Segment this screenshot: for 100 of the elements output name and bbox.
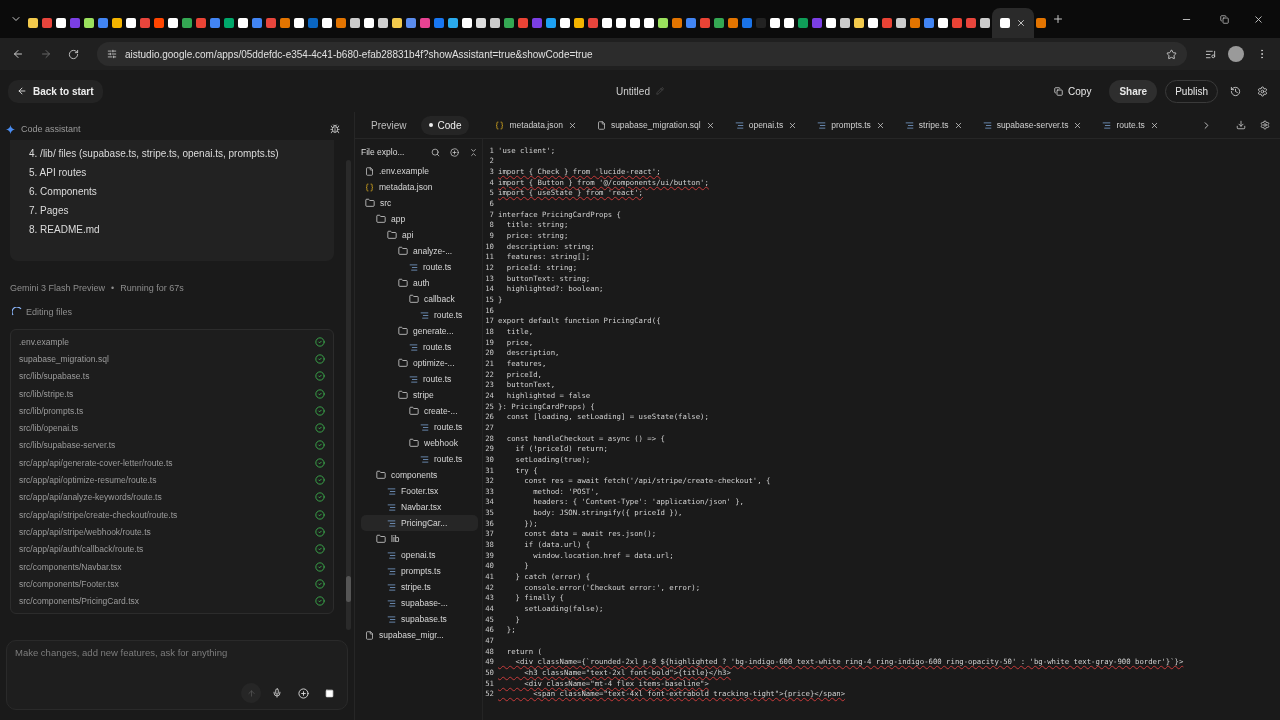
- tree-item[interactable]: metadata.json: [361, 179, 478, 195]
- site-info-icon[interactable]: [107, 49, 117, 59]
- bug-button[interactable]: [330, 124, 340, 134]
- search-icon[interactable]: [431, 147, 440, 157]
- folder-icon: [365, 198, 375, 208]
- tree-item[interactable]: Footer.tsx: [361, 483, 478, 499]
- file-tab[interactable]: supabase-server.ts: [976, 120, 1089, 130]
- reload-button[interactable]: [68, 48, 79, 60]
- copy-button[interactable]: Copy: [1044, 79, 1102, 103]
- folder-icon: [398, 358, 408, 368]
- tree-item[interactable]: openai.ts: [361, 547, 478, 563]
- app-title: Untitled: [616, 85, 650, 97]
- file-tab[interactable]: supabase_migration.sql: [590, 120, 721, 130]
- close-icon[interactable]: [1149, 120, 1159, 130]
- tree-item[interactable]: route.ts: [361, 371, 478, 387]
- tree-item[interactable]: stripe: [361, 387, 478, 403]
- folder-icon: [409, 438, 419, 448]
- tree-item[interactable]: route.ts: [361, 451, 478, 467]
- tree-item[interactable]: auth: [361, 275, 478, 291]
- check-icon: [315, 509, 325, 520]
- prompt-field[interactable]: Make changes, add new features, ask for anything: [15, 647, 339, 658]
- tree-item[interactable]: callback: [361, 291, 478, 307]
- panel-title: Code assistant: [21, 124, 82, 134]
- close-icon[interactable]: [1016, 18, 1026, 28]
- code-file-icon: [409, 262, 418, 272]
- tree-item[interactable]: analyze-...: [361, 243, 478, 259]
- check-icon: [315, 578, 325, 589]
- download-button[interactable]: [1236, 120, 1246, 130]
- browser-tab[interactable]: [992, 8, 1034, 38]
- tree-item[interactable]: components: [361, 467, 478, 483]
- address-bar[interactable]: aistudio.google.com/apps/05ddefdc-e354-4c41-b680-efab28831b4f?showAssistant=true&showCode=true: [97, 42, 1187, 66]
- tree-item[interactable]: create-...: [361, 403, 478, 419]
- plan-step: 4. /lib/ files (supabase.ts, stripe.ts, openai.ts, prompts.ts): [29, 146, 316, 161]
- tree-item[interactable]: stripe.ts: [361, 579, 478, 595]
- settings-button[interactable]: [1260, 120, 1270, 130]
- tree-item[interactable]: route.ts: [361, 259, 478, 275]
- folder-icon: [409, 294, 419, 304]
- close-icon[interactable]: [705, 120, 715, 130]
- explorer-title: File explo...: [361, 147, 406, 157]
- bookmark-star-icon[interactable]: [1166, 48, 1177, 60]
- check-icon: [315, 440, 325, 451]
- edited-file-name: src/components/PricingCard.tsx: [19, 596, 139, 607]
- tree-item[interactable]: webhook: [361, 435, 478, 451]
- running-time: Running for 67s: [120, 283, 184, 293]
- bug-icon: [330, 124, 340, 134]
- check-icon: [315, 526, 325, 537]
- close-icon[interactable]: [875, 120, 885, 130]
- back-arrow-icon: [17, 86, 27, 96]
- tree-item[interactable]: route.ts: [361, 307, 478, 323]
- plus-icon: [1052, 13, 1064, 25]
- new-tab-button[interactable]: [1052, 13, 1064, 25]
- code-file-icon: [734, 120, 744, 130]
- file-tab[interactable]: stripe.ts: [898, 120, 969, 130]
- reload-icon: [68, 48, 79, 60]
- tree-item[interactable]: supabase.ts: [361, 611, 478, 627]
- tree-item[interactable]: prompts.ts: [361, 563, 478, 579]
- close-button[interactable]: [1253, 13, 1264, 25]
- share-button[interactable]: Share: [1109, 79, 1158, 103]
- close-icon[interactable]: [567, 120, 577, 130]
- view-tab[interactable]: Code: [420, 115, 470, 135]
- history-button[interactable]: [1230, 85, 1241, 97]
- tree-item[interactable]: supabase-...: [361, 595, 478, 611]
- code-file-icon: [387, 598, 396, 608]
- file-tab[interactable]: prompts.ts: [811, 120, 891, 130]
- code-file-icon: [420, 454, 429, 464]
- collapse-icon[interactable]: [469, 147, 478, 157]
- file-tab[interactable]: route.ts: [1096, 120, 1165, 130]
- new-file-icon[interactable]: [450, 147, 459, 157]
- profile-avatar[interactable]: [1228, 46, 1244, 62]
- file-icon: [365, 630, 374, 640]
- tree-item[interactable]: lib: [361, 531, 478, 547]
- back-button[interactable]: [12, 48, 24, 60]
- code-file-icon: [387, 486, 396, 496]
- view-tab[interactable]: Preview: [363, 115, 415, 135]
- tree-item[interactable]: generate...: [361, 323, 478, 339]
- close-icon[interactable]: [1073, 120, 1083, 130]
- edited-file-name: src/app/api/optimize-resume/route.ts: [19, 475, 157, 485]
- tree-item[interactable]: api: [361, 227, 478, 243]
- back-to-start-button[interactable]: Back to start: [8, 79, 103, 103]
- edited-file-name: src/lib/supabase-server.ts: [19, 440, 116, 451]
- arrow-up-icon: [246, 688, 256, 698]
- close-icon[interactable]: [788, 120, 798, 130]
- tree-item[interactable]: supabase_migr...: [361, 627, 478, 643]
- file-tab[interactable]: metadata.json: [489, 120, 583, 130]
- check-icon: [315, 423, 325, 434]
- tree-item[interactable]: route.ts: [361, 419, 478, 435]
- media-control-button[interactable]: [1205, 48, 1216, 60]
- close-icon[interactable]: [953, 120, 963, 130]
- scrollbar[interactable]: [346, 160, 351, 630]
- restore-button[interactable]: [1220, 14, 1229, 24]
- tree-item[interactable]: optimize-...: [361, 355, 478, 371]
- tree-item[interactable]: .env.example: [361, 163, 478, 179]
- file-tab[interactable]: openai.ts: [728, 120, 804, 130]
- back-arrow-icon: [12, 48, 24, 60]
- tree-item[interactable]: PricingCar...: [361, 515, 478, 531]
- tree-item[interactable]: src: [361, 195, 478, 211]
- tree-item[interactable]: app: [361, 211, 478, 227]
- tree-item[interactable]: route.ts: [361, 339, 478, 355]
- settings-button[interactable]: [1257, 85, 1268, 97]
- tree-item[interactable]: Navbar.tsx: [361, 499, 478, 515]
